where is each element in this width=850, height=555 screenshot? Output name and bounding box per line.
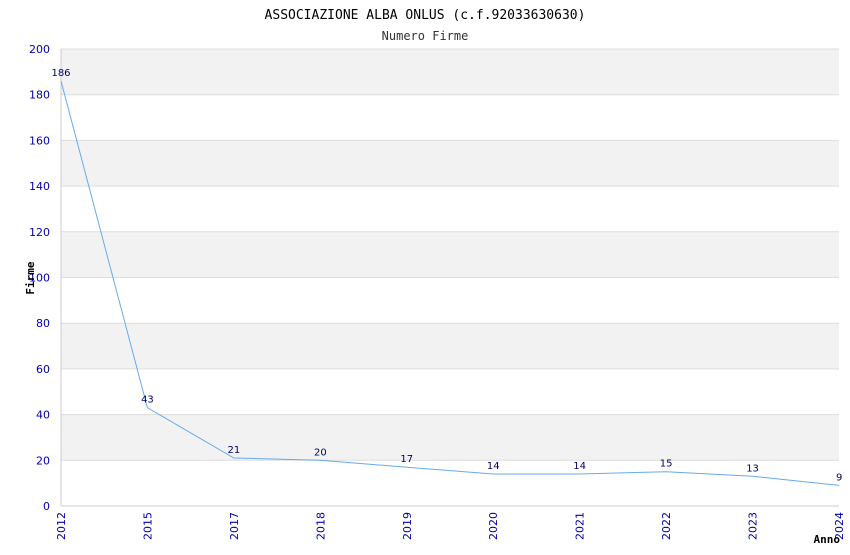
background-band — [61, 49, 839, 95]
y-tick-label: 60 — [36, 363, 50, 376]
chart-title: ASSOCIAZIONE ALBA ONLUS (c.f.92033630630… — [265, 8, 586, 23]
y-tick-label: 180 — [29, 89, 50, 102]
x-tick-label: 2015 — [141, 512, 154, 540]
background-band — [61, 231, 839, 278]
background-band — [61, 323, 839, 369]
data-label: 15 — [660, 459, 673, 470]
background-band — [61, 277, 839, 324]
data-label: 186 — [51, 68, 70, 79]
data-label: 43 — [141, 395, 154, 406]
x-tick-label: 2018 — [314, 512, 327, 540]
chart: 0 20 40 60 80 100 120 140 160 180 200 2012 2015 2017… — [0, 0, 850, 550]
y-tick-label: 20 — [36, 454, 50, 467]
y-tick-label: 140 — [29, 180, 50, 193]
x-tick-label: 2023 — [747, 512, 760, 540]
x-axis-title: Anno — [814, 533, 841, 546]
y-tick-label: 160 — [29, 134, 50, 147]
y-tick-label: 0 — [43, 500, 50, 513]
background-band — [61, 414, 839, 461]
x-tick-labels: 2012 2015 2017 2018 2019 2020 2021 2022 2023 2024 — [55, 512, 846, 540]
x-tick-label: 2012 — [55, 512, 68, 540]
background-band — [61, 94, 839, 141]
y-tick-label: 40 — [36, 409, 50, 422]
data-label: 14 — [573, 461, 586, 472]
chart-subtitle: Numero Firme — [382, 29, 469, 43]
data-label: 20 — [314, 447, 327, 458]
x-tick-label: 2020 — [487, 512, 500, 540]
data-label: 21 — [228, 445, 241, 456]
chart-svg: 020406080100120140160180200 2012 2015 2017… — [24, 8, 846, 546]
x-tick-label: 2021 — [574, 512, 587, 540]
y-tick-label: 80 — [36, 317, 50, 330]
y-tick-label: 200 — [29, 43, 50, 56]
background-band — [61, 460, 839, 506]
data-label: 17 — [400, 454, 413, 465]
y-axis-title: Firme — [24, 261, 37, 294]
x-tick-label: 2022 — [660, 512, 673, 540]
background-band — [61, 186, 839, 232]
x-tick-label: 2017 — [228, 512, 241, 540]
data-label: 9 — [836, 472, 842, 483]
x-tick-label: 2019 — [401, 512, 414, 540]
data-label: 13 — [746, 463, 759, 474]
y-tick-label: 120 — [29, 226, 50, 239]
data-label: 14 — [487, 461, 500, 472]
background-band — [61, 140, 839, 187]
background-band — [61, 368, 839, 415]
